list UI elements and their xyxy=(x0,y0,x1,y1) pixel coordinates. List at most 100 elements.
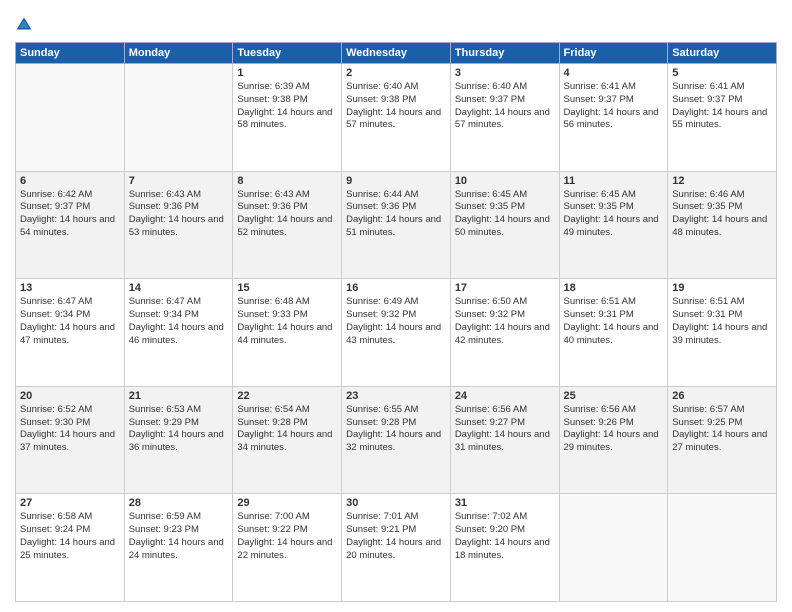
day-info: Sunrise: 6:44 AMSunset: 9:36 PMDaylight:… xyxy=(346,189,446,240)
day-info: Sunrise: 6:56 AMSunset: 9:27 PMDaylight:… xyxy=(455,404,555,455)
day-info: Sunrise: 6:55 AMSunset: 9:28 PMDaylight:… xyxy=(346,404,446,455)
day-info: Sunrise: 6:45 AMSunset: 9:35 PMDaylight:… xyxy=(455,189,555,240)
calendar-cell: 31Sunrise: 7:02 AMSunset: 9:20 PMDayligh… xyxy=(450,494,559,602)
daylight-text: Daylight: 14 hours and 34 minutes. xyxy=(237,429,332,453)
daylight-text: Daylight: 14 hours and 56 minutes. xyxy=(564,107,659,131)
daylight-text: Daylight: 14 hours and 42 minutes. xyxy=(455,322,550,346)
sunrise-text: Sunrise: 6:51 AM xyxy=(672,296,744,307)
sunset-text: Sunset: 9:31 PM xyxy=(672,309,742,320)
daylight-text: Daylight: 14 hours and 36 minutes. xyxy=(129,429,224,453)
day-number: 3 xyxy=(455,67,555,79)
daylight-text: Daylight: 14 hours and 49 minutes. xyxy=(564,214,659,238)
sunrise-text: Sunrise: 6:39 AM xyxy=(237,81,309,92)
logo xyxy=(15,14,37,34)
daylight-text: Daylight: 14 hours and 58 minutes. xyxy=(237,107,332,131)
sunset-text: Sunset: 9:35 PM xyxy=(455,201,525,212)
day-number: 24 xyxy=(455,390,555,402)
calendar-cell: 27Sunrise: 6:58 AMSunset: 9:24 PMDayligh… xyxy=(16,494,125,602)
day-number: 12 xyxy=(672,175,772,187)
calendar-cell: 14Sunrise: 6:47 AMSunset: 9:34 PMDayligh… xyxy=(124,279,233,387)
day-number: 16 xyxy=(346,282,446,294)
sunset-text: Sunset: 9:27 PM xyxy=(455,417,525,428)
week-row-4: 20Sunrise: 6:52 AMSunset: 9:30 PMDayligh… xyxy=(16,386,777,494)
daylight-text: Daylight: 14 hours and 54 minutes. xyxy=(20,214,115,238)
calendar-cell: 12Sunrise: 6:46 AMSunset: 9:35 PMDayligh… xyxy=(668,171,777,279)
daylight-text: Daylight: 14 hours and 37 minutes. xyxy=(20,429,115,453)
sunrise-text: Sunrise: 6:54 AM xyxy=(237,404,309,415)
calendar-cell: 11 Sunrise: 6:45 AMSunset: 9:35 PM Dayligh… xyxy=(559,171,668,279)
calendar-table: SundayMondayTuesdayWednesdayThursdayFrid… xyxy=(15,42,777,602)
day-number: 6 xyxy=(20,175,120,187)
calendar-cell: 26Sunrise: 6:57 AMSunset: 9:25 PMDayligh… xyxy=(668,386,777,494)
sunrise-text: Sunrise: 6:59 AM xyxy=(129,511,201,522)
day-info: Sunrise: 6:50 AMSunset: 9:32 PMDaylight:… xyxy=(455,296,555,347)
sunrise-text: Sunrise: 6:51 AM xyxy=(564,296,636,307)
calendar-cell: 2Sunrise: 6:40 AMSunset: 9:38 PMDaylight… xyxy=(342,64,451,172)
daylight-text: Daylight: 14 hours and 48 minutes. xyxy=(672,214,767,238)
sunset-text: Sunset: 9:32 PM xyxy=(346,309,416,320)
sunrise-text: Sunrise: 6:45 AM xyxy=(564,189,636,200)
day-number: 7 xyxy=(129,175,229,187)
day-info: Sunrise: 6:42 AMSunset: 9:37 PMDaylight:… xyxy=(20,189,120,240)
sunrise-text: Sunrise: 6:45 AM xyxy=(455,189,527,200)
calendar-cell: 28Sunrise: 6:59 AMSunset: 9:23 PMDayligh… xyxy=(124,494,233,602)
daylight-text: Daylight: 14 hours and 52 minutes. xyxy=(237,214,332,238)
day-number: 1 xyxy=(237,67,337,79)
day-number: 23 xyxy=(346,390,446,402)
day-info: Sunrise: 6:45 AMSunset: 9:35 PM Daylight:… xyxy=(564,189,664,240)
sunset-text: Sunset: 9:35 PM xyxy=(672,201,742,212)
day-info: Sunrise: 6:51 AMSunset: 9:31 PMDaylight:… xyxy=(672,296,772,347)
daylight-text: Daylight: 14 hours and 40 minutes. xyxy=(564,322,659,346)
logo-icon xyxy=(15,16,33,34)
sunset-text: Sunset: 9:22 PM xyxy=(237,524,307,535)
day-info: Sunrise: 6:56 AMSunset: 9:26 PMDaylight:… xyxy=(564,404,664,455)
sunrise-text: Sunrise: 6:56 AM xyxy=(455,404,527,415)
sunset-text: Sunset: 9:28 PM xyxy=(237,417,307,428)
daylight-text: Daylight: 14 hours and 51 minutes. xyxy=(346,214,441,238)
calendar-cell xyxy=(668,494,777,602)
sunset-text: Sunset: 9:29 PM xyxy=(129,417,199,428)
day-number: 10 xyxy=(455,175,555,187)
day-header-tuesday: Tuesday xyxy=(233,43,342,64)
sunrise-text: Sunrise: 6:53 AM xyxy=(129,404,201,415)
day-info: Sunrise: 6:49 AMSunset: 9:32 PMDaylight:… xyxy=(346,296,446,347)
sunrise-text: Sunrise: 6:55 AM xyxy=(346,404,418,415)
sunrise-text: Sunrise: 7:02 AM xyxy=(455,511,527,522)
day-number: 18 xyxy=(564,282,664,294)
day-number: 19 xyxy=(672,282,772,294)
sunrise-text: Sunrise: 6:52 AM xyxy=(20,404,92,415)
day-number: 30 xyxy=(346,497,446,509)
calendar-cell: 18Sunrise: 6:51 AMSunset: 9:31 PMDayligh… xyxy=(559,279,668,387)
sunset-text: Sunset: 9:33 PM xyxy=(237,309,307,320)
sunset-text: Sunset: 9:34 PM xyxy=(129,309,199,320)
day-number: 28 xyxy=(129,497,229,509)
day-info: Sunrise: 6:52 AMSunset: 9:30 PMDaylight:… xyxy=(20,404,120,455)
day-number: 15 xyxy=(237,282,337,294)
day-number: 14 xyxy=(129,282,229,294)
daylight-text: Daylight: 14 hours and 57 minutes. xyxy=(455,107,550,131)
day-info: Sunrise: 6:43 AMSunset: 9:36 PMDaylight:… xyxy=(237,189,337,240)
calendar-cell: 21Sunrise: 6:53 AMSunset: 9:29 PMDayligh… xyxy=(124,386,233,494)
sunrise-text: Sunrise: 6:49 AM xyxy=(346,296,418,307)
day-number: 17 xyxy=(455,282,555,294)
calendar-cell: 3Sunrise: 6:40 AMSunset: 9:37 PMDaylight… xyxy=(450,64,559,172)
sunrise-text: Sunrise: 6:58 AM xyxy=(20,511,92,522)
sunset-text: Sunset: 9:20 PM xyxy=(455,524,525,535)
calendar-cell: 9Sunrise: 6:44 AMSunset: 9:36 PMDaylight… xyxy=(342,171,451,279)
sunrise-text: Sunrise: 6:41 AM xyxy=(564,81,636,92)
sunrise-text: Sunrise: 6:47 AM xyxy=(20,296,92,307)
day-number: 26 xyxy=(672,390,772,402)
day-info: Sunrise: 7:01 AMSunset: 9:21 PMDaylight:… xyxy=(346,511,446,562)
day-number: 11 xyxy=(564,175,664,187)
day-info: Sunrise: 6:41 AMSunset: 9:37 PMDaylight:… xyxy=(672,81,772,132)
sunset-text: Sunset: 9:35 PM xyxy=(564,201,634,212)
sunrise-text: Sunrise: 6:50 AM xyxy=(455,296,527,307)
sunset-text: Sunset: 9:37 PM xyxy=(455,94,525,105)
calendar-cell: 22Sunrise: 6:54 AMSunset: 9:28 PMDayligh… xyxy=(233,386,342,494)
day-info: Sunrise: 6:39 AMSunset: 9:38 PMDaylight:… xyxy=(237,81,337,132)
day-info: Sunrise: 7:02 AMSunset: 9:20 PMDaylight:… xyxy=(455,511,555,562)
calendar-cell: 25Sunrise: 6:56 AMSunset: 9:26 PMDayligh… xyxy=(559,386,668,494)
daylight-text: Daylight: 14 hours and 25 minutes. xyxy=(20,537,115,561)
day-header-thursday: Thursday xyxy=(450,43,559,64)
day-header-monday: Monday xyxy=(124,43,233,64)
